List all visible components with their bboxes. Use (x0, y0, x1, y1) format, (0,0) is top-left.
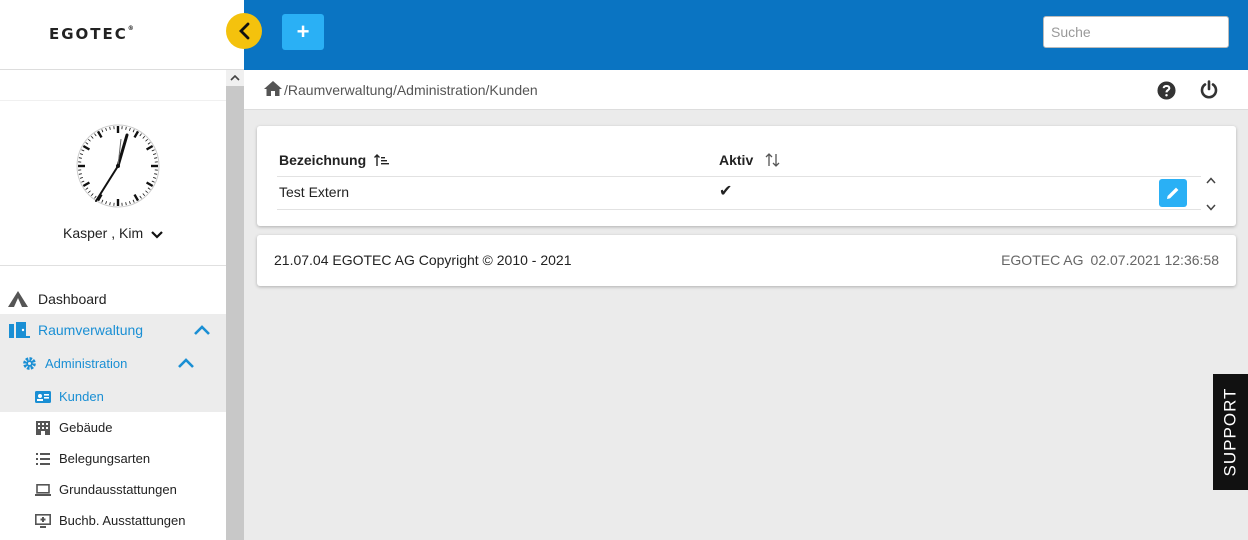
list-icon (36, 452, 50, 465)
power-icon[interactable] (1199, 80, 1219, 105)
monitor-plus-icon (35, 513, 51, 528)
sidebar-item-dashboard[interactable]: Dashboard (0, 283, 226, 314)
scroll-down-arrow-icon[interactable] (1206, 204, 1216, 211)
pencil-icon (1167, 187, 1179, 199)
chevron-down-icon (151, 226, 163, 242)
door-icon (8, 321, 30, 339)
user-block: Kasper , Kim (0, 100, 226, 266)
home-icon[interactable] (263, 80, 283, 100)
copyright-text: 21.07.04 EGOTEC AG Copyright © 2010 - 20… (274, 252, 572, 268)
add-button[interactable]: + (282, 14, 324, 50)
sidebar-item-label: Raumverwaltung (38, 321, 144, 338)
egotec-logo: EGOTEC® (49, 25, 134, 43)
sidebar-item-belegungsarten[interactable]: Belegungsarten (0, 443, 226, 474)
sidebar-item-administration[interactable]: Administration (0, 345, 226, 381)
collapse-sidebar-button[interactable] (226, 13, 262, 49)
sort-ascending-icon[interactable] (374, 153, 390, 167)
kunden-table-card: Bezeichnung Aktiv Test Extern ✔ (257, 126, 1236, 226)
check-icon: ✔ (719, 183, 733, 200)
footer-info: EGOTEC AG 02.07.2021 12:36:58 (1001, 252, 1219, 268)
sidebar-nav: Dashboard Raumverwaltung Administration (0, 283, 226, 536)
column-header-aktiv[interactable]: Aktiv (719, 152, 781, 168)
search-input[interactable] (1043, 16, 1229, 48)
chevron-left-icon (239, 22, 250, 40)
sidebar-item-label: Buchb. Ausstattungen (59, 513, 186, 528)
gear-icon (22, 356, 37, 371)
sidebar-item-buchb-ausstattungen[interactable]: Buchb. Ausstattungen (0, 505, 226, 536)
id-card-icon (35, 390, 51, 403)
user-menu[interactable]: Kasper , Kim (0, 225, 226, 242)
sidebar-scrollbar[interactable] (226, 70, 244, 540)
user-name: Kasper , Kim (62, 225, 144, 241)
edit-button[interactable] (1159, 179, 1187, 207)
top-bar: + (244, 0, 1248, 70)
analog-clock-icon (76, 124, 160, 208)
support-label: SUPPORT (1220, 387, 1240, 477)
scroll-up-arrow-icon[interactable] (1206, 177, 1216, 184)
sidebar: EGOTEC® Kasper , Kim Dashboard Raumverwa… (0, 0, 262, 540)
building-icon (36, 420, 50, 435)
sidebar-content: Kasper , Kim Dashboard Raumverwaltung Ad… (0, 70, 226, 540)
row-divider (277, 209, 1201, 210)
breadcrumb-bar: /Raumverwaltung/Administration/Kunden (244, 70, 1248, 110)
footer-company: EGOTEC AG (1001, 252, 1084, 268)
breadcrumb-path[interactable]: /Raumverwaltung/Administration/Kunden (284, 82, 538, 98)
help-icon[interactable] (1157, 81, 1176, 105)
sidebar-item-label: Grundausstattungen (59, 482, 177, 497)
sidebar-item-label: Dashboard (38, 290, 107, 307)
laptop-icon (35, 483, 51, 496)
footer-timestamp: 02.07.2021 12:36:58 (1090, 252, 1219, 268)
sidebar-item-raumverwaltung[interactable]: Raumverwaltung (0, 314, 226, 345)
footer-card: 21.07.04 EGOTEC AG Copyright © 2010 - 20… (257, 235, 1236, 286)
sidebar-item-gebaeude[interactable]: Gebäude (0, 412, 226, 443)
row-divider (277, 176, 1201, 177)
sidebar-item-label: Kunden (59, 389, 104, 404)
cell-bezeichnung: Test Extern (279, 184, 350, 200)
breadcrumb: /Raumverwaltung/Administration/Kunden (263, 80, 538, 100)
tent-icon (7, 290, 29, 308)
support-tab[interactable]: SUPPORT (1213, 374, 1248, 490)
column-header-bezeichnung[interactable]: Bezeichnung (279, 152, 390, 168)
sort-icon[interactable] (765, 153, 781, 167)
sidebar-item-kunden[interactable]: Kunden (0, 381, 226, 412)
scroll-up-arrow-icon[interactable] (226, 70, 244, 86)
sidebar-item-label: Administration (45, 355, 128, 371)
chevron-up-icon[interactable] (194, 322, 210, 338)
table-scrollbar[interactable] (1204, 177, 1218, 211)
sidebar-item-label: Belegungsarten (59, 451, 151, 466)
sidebar-item-label: Gebäude (59, 420, 113, 435)
sidebar-item-grundausstattungen[interactable]: Grundausstattungen (0, 474, 226, 505)
chevron-up-icon[interactable] (178, 355, 194, 371)
logo-area: EGOTEC® (0, 0, 244, 70)
